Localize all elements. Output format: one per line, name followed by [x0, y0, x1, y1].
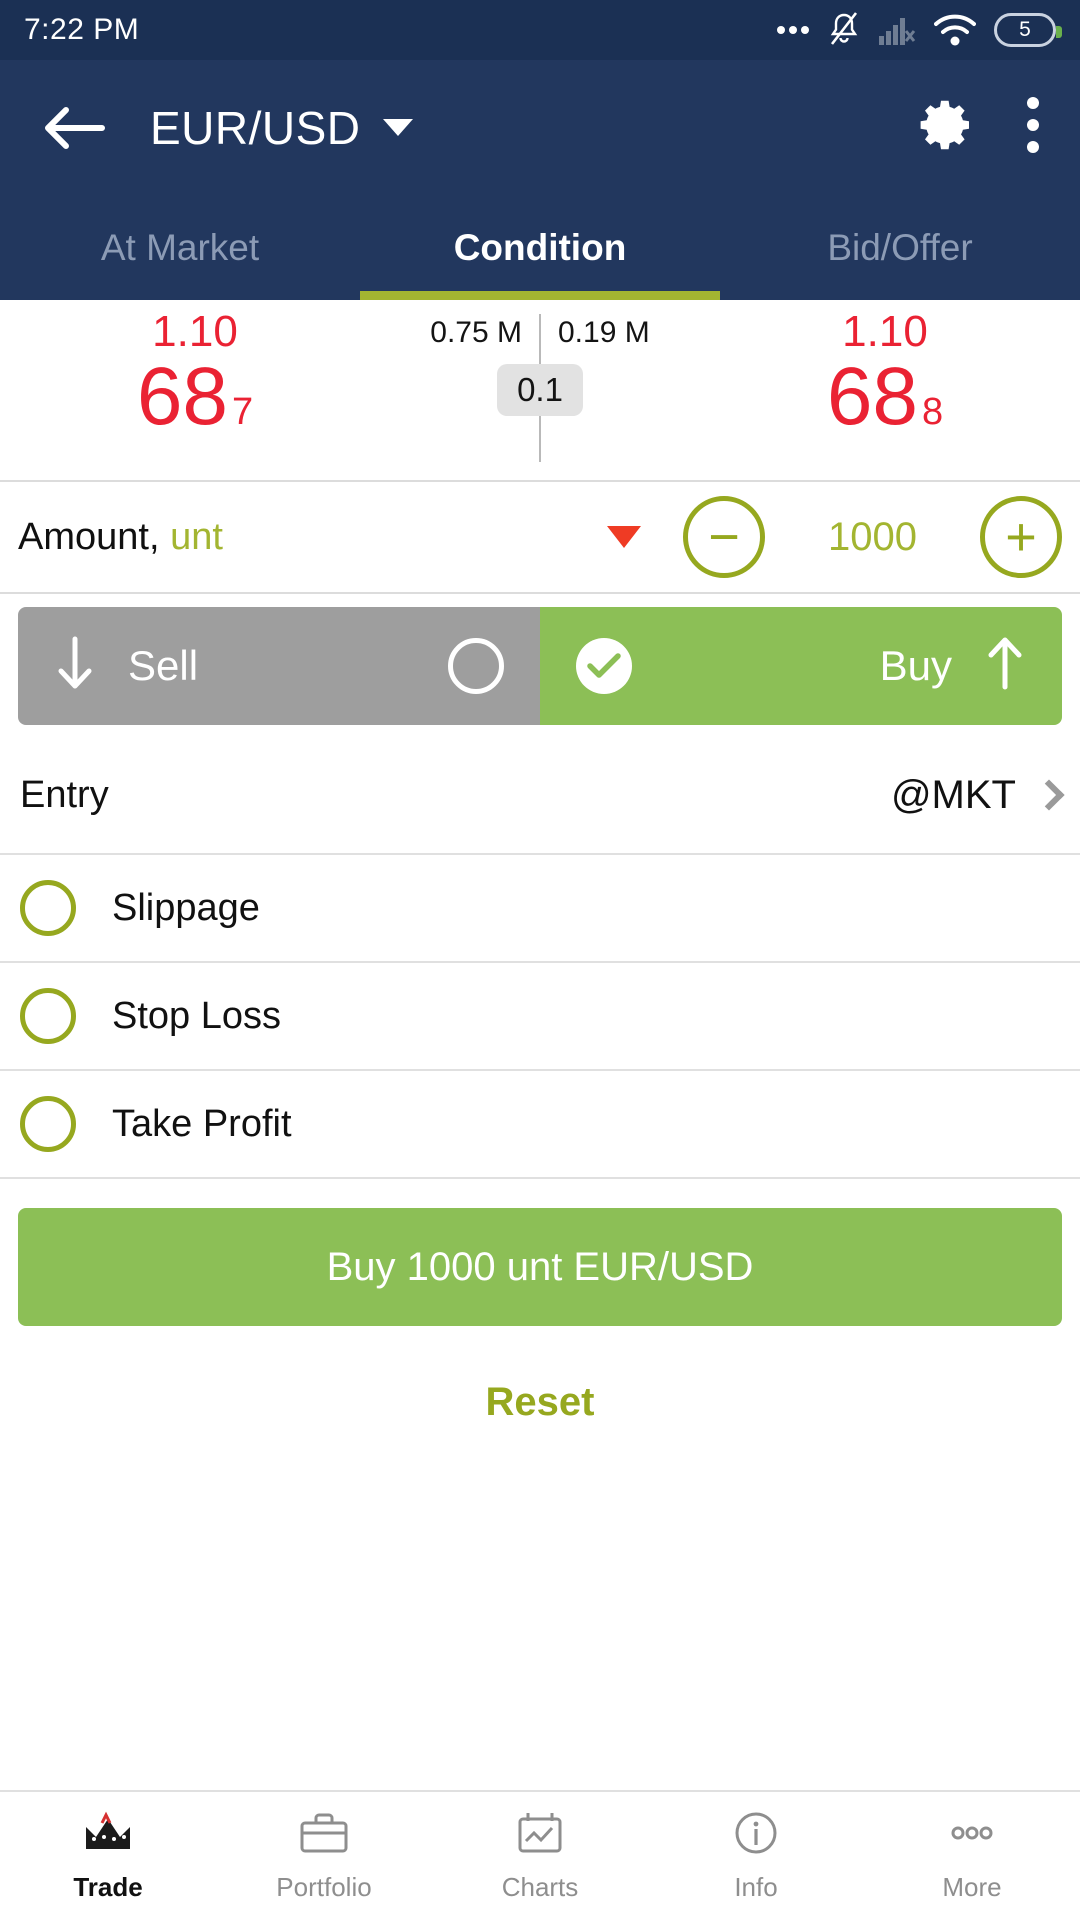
stop-loss-radio-icon[interactable] — [20, 988, 76, 1044]
ask-price-main: 68 8 — [826, 351, 944, 442]
instrument-selector[interactable]: EUR/USD — [150, 101, 918, 155]
chevron-right-icon — [1033, 779, 1065, 811]
bid-price-pip: 7 — [232, 390, 254, 433]
amount-label-text: Amount, — [18, 515, 160, 558]
amount-increment-button[interactable]: + — [980, 496, 1062, 578]
more-dots-icon — [776, 24, 810, 36]
overflow-menu-icon[interactable] — [1026, 96, 1040, 159]
take-profit-label: Take Profit — [112, 1102, 292, 1145]
status-time: 7:22 PM — [24, 13, 140, 46]
back-arrow-icon[interactable] — [40, 104, 110, 152]
ask-price-prefix: 1.10 — [842, 307, 928, 356]
chevron-down-icon — [382, 119, 413, 136]
ask-volume: 0.19 M — [558, 316, 650, 349]
bid-volume: 0.75 M — [430, 316, 522, 349]
order-type-tabs: At Market Condition Bid/Offer — [0, 195, 1080, 300]
amount-row: Amount, unt − 1000 + — [0, 482, 1080, 594]
nav-label-trade: Trade — [73, 1872, 143, 1902]
buy-option[interactable]: Buy — [540, 606, 1062, 725]
amount-value[interactable]: 1000 — [765, 515, 980, 560]
tab-bid-offer[interactable]: Bid/Offer — [720, 195, 1080, 300]
quote-panel: 1.10 68 7 0.75 M 0.19 M 0.1 1.10 68 8 — [0, 300, 1080, 482]
status-icon-group: 5 — [776, 11, 1062, 49]
submit-order-button[interactable]: Buy 1000 unt EUR/USD — [18, 1208, 1062, 1326]
sell-radio-icon[interactable] — [448, 637, 504, 694]
spread-badge: 0.1 — [497, 364, 583, 416]
battery-level: 5 — [1019, 18, 1031, 41]
briefcase-icon — [296, 1809, 352, 1862]
amount-label: Amount, unt — [18, 516, 223, 559]
bottom-navigation: Trade Portfolio Charts Info More — [0, 1790, 1080, 1920]
nav-item-trade[interactable]: Trade — [0, 1809, 216, 1903]
nav-item-portfolio[interactable]: Portfolio — [216, 1809, 432, 1903]
header-action-group — [918, 96, 1040, 159]
nav-label-info: Info — [734, 1872, 778, 1902]
reset-wrap: Reset — [0, 1337, 1080, 1467]
trade-screen: 7:22 PM 5 EUR/USD At Market Condition Bi… — [0, 0, 1080, 1920]
amount-dropdown-icon[interactable] — [607, 526, 641, 548]
gear-icon[interactable] — [918, 97, 974, 158]
bid-quote[interactable]: 1.10 68 7 — [0, 300, 390, 442]
bid-price-main: 68 7 — [136, 351, 254, 442]
bid-price-digits: 68 — [136, 351, 229, 442]
tab-condition[interactable]: Condition — [360, 195, 720, 300]
buy-radio-checked-icon[interactable] — [576, 637, 632, 694]
arrow-down-icon — [54, 635, 96, 696]
nav-item-charts[interactable]: Charts — [432, 1809, 648, 1903]
candlestick-crown-icon — [80, 1809, 136, 1862]
chart-icon — [512, 1809, 568, 1862]
more-dots-icon — [944, 1809, 1000, 1862]
entry-value: @MKT — [890, 772, 1016, 817]
amount-unit: unt — [170, 515, 223, 558]
signal-off-icon — [878, 14, 916, 46]
bid-price-prefix: 1.10 — [152, 307, 238, 356]
bell-muted-icon — [828, 11, 860, 49]
ask-price-digits: 68 — [826, 351, 919, 442]
ask-quote[interactable]: 1.10 68 8 — [690, 300, 1080, 442]
sell-label: Sell — [128, 641, 199, 689]
nav-item-more[interactable]: More — [864, 1809, 1080, 1903]
tab-at-market[interactable]: At Market — [0, 195, 360, 300]
spread-panel: 0.75 M 0.19 M 0.1 — [390, 300, 690, 462]
slippage-radio-icon[interactable] — [20, 880, 76, 936]
nav-label-more: More — [942, 1872, 1002, 1902]
wifi-icon — [934, 14, 976, 46]
app-header: EUR/USD — [0, 60, 1080, 195]
take-profit-radio-icon[interactable] — [20, 1096, 76, 1152]
submit-wrap: Buy 1000 unt EUR/USD — [0, 1179, 1080, 1337]
arrow-up-icon — [984, 635, 1026, 696]
slippage-label: Slippage — [112, 886, 260, 929]
slippage-row[interactable]: Slippage — [0, 855, 1080, 963]
entry-row[interactable]: Entry @MKT — [0, 737, 1080, 855]
take-profit-row[interactable]: Take Profit — [0, 1071, 1080, 1179]
stop-loss-row[interactable]: Stop Loss — [0, 963, 1080, 1071]
nav-label-portfolio: Portfolio — [276, 1872, 372, 1902]
stop-loss-label: Stop Loss — [112, 994, 281, 1037]
page-title: EUR/USD — [150, 101, 361, 154]
buy-label: Buy — [879, 641, 952, 689]
nav-item-info[interactable]: Info — [648, 1809, 864, 1903]
direction-toggle-wrap: Sell Buy — [0, 594, 1080, 737]
amount-decrement-button[interactable]: − — [683, 496, 765, 578]
reset-button[interactable]: Reset — [486, 1380, 595, 1425]
direction-toggle: Sell Buy — [18, 606, 1062, 725]
status-bar: 7:22 PM 5 — [0, 0, 1080, 60]
sell-option[interactable]: Sell — [18, 606, 540, 725]
info-circle-icon — [728, 1809, 784, 1862]
ask-price-pip: 8 — [922, 390, 944, 433]
battery-icon: 5 — [994, 13, 1062, 47]
entry-label: Entry — [20, 773, 109, 816]
nav-label-charts: Charts — [501, 1872, 579, 1902]
amount-controls: − 1000 + — [607, 496, 1062, 578]
